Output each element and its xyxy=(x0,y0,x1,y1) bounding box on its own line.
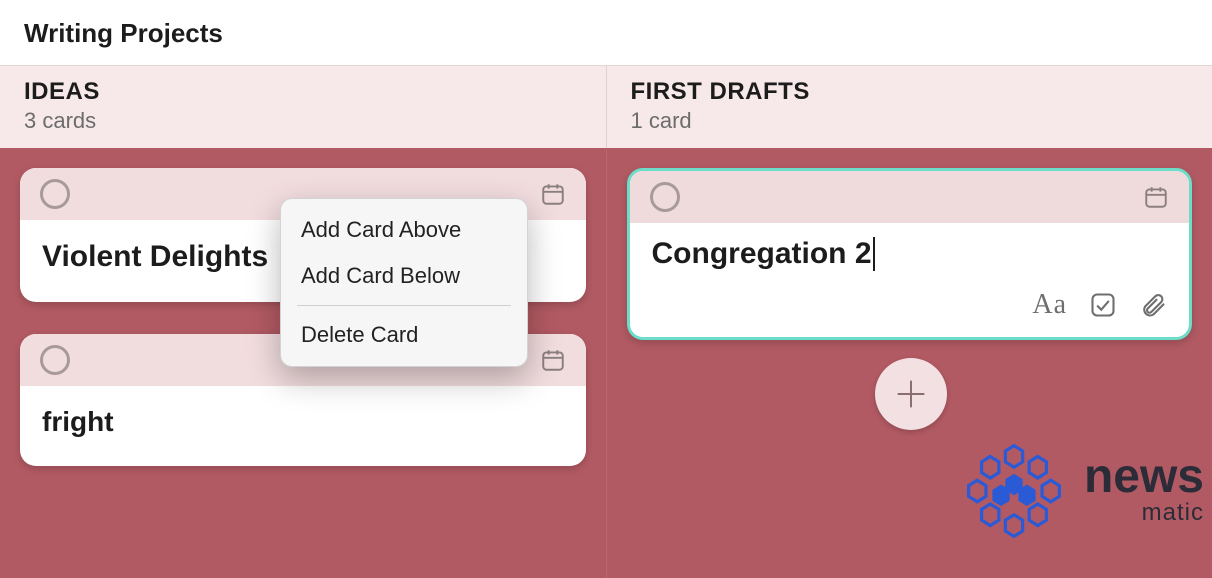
logo-text-line1: news xyxy=(1084,455,1204,498)
column-count: 3 cards xyxy=(24,108,582,134)
menu-add-card-below[interactable]: Add Card Below xyxy=(281,253,527,299)
card-context-menu: Add Card Above Add Card Below Delete Car… xyxy=(280,198,528,367)
menu-delete-card[interactable]: Delete Card xyxy=(281,312,527,358)
column-header-ideas[interactable]: IDEAS 3 cards xyxy=(0,66,607,148)
menu-separator xyxy=(297,305,511,306)
menu-add-card-above[interactable]: Add Card Above xyxy=(281,207,527,253)
column-title: FIRST DRAFTS xyxy=(631,78,1189,106)
board-title: Writing Projects xyxy=(0,0,1212,65)
complete-toggle-icon[interactable] xyxy=(650,182,680,212)
calendar-icon[interactable] xyxy=(540,181,566,207)
card-editor-toolbar: Aa xyxy=(652,289,1168,321)
add-card-button[interactable] xyxy=(875,358,947,430)
card-title: fright xyxy=(20,386,586,466)
attachment-icon[interactable] xyxy=(1139,291,1167,319)
card-editor[interactable]: Congregation 2 Aa xyxy=(630,223,1190,337)
columns-header: IDEAS 3 cards FIRST DRAFTS 1 card xyxy=(0,65,1212,148)
column-count: 1 card xyxy=(631,108,1189,134)
complete-toggle-icon[interactable] xyxy=(40,179,70,209)
watermark-logo: news matic xyxy=(960,437,1204,545)
card-congregation-2[interactable]: Congregation 2 Aa xyxy=(627,168,1193,340)
text-style-icon[interactable]: Aa xyxy=(1032,289,1067,321)
column-title: IDEAS xyxy=(24,78,582,106)
logo-mark-icon xyxy=(960,437,1068,545)
complete-toggle-icon[interactable] xyxy=(40,345,70,375)
calendar-icon[interactable] xyxy=(540,347,566,373)
calendar-icon[interactable] xyxy=(1143,184,1169,210)
checkbox-icon[interactable] xyxy=(1089,291,1117,319)
column-header-first-drafts[interactable]: FIRST DRAFTS 1 card xyxy=(607,66,1212,148)
card-title-input[interactable]: Congregation 2 xyxy=(652,237,875,271)
card-header xyxy=(630,171,1190,223)
logo-text: news matic xyxy=(1084,455,1204,526)
